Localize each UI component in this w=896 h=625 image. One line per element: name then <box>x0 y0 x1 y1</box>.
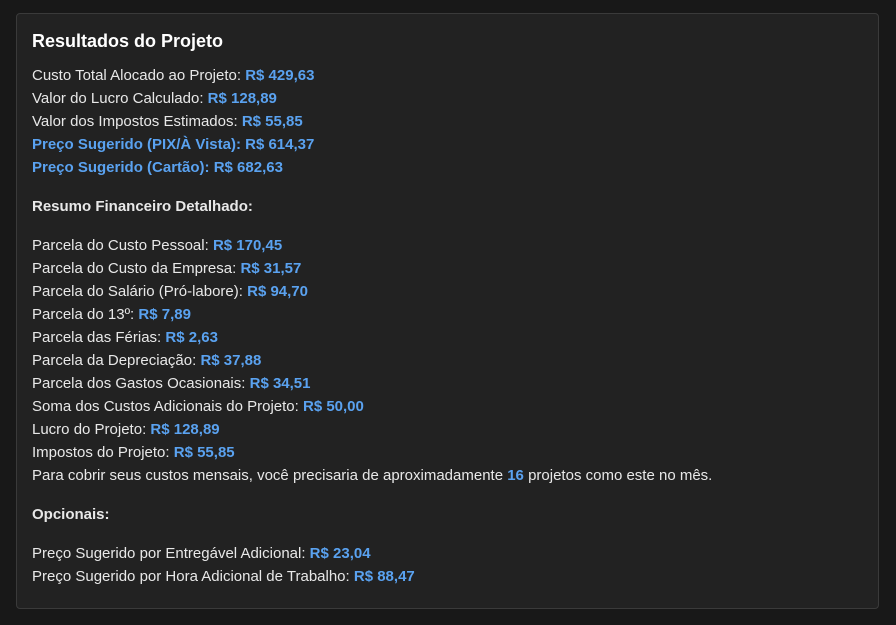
detail-item-company-cost: Parcela do Custo da Empresa: R$ 31,57 <box>32 257 863 280</box>
summary-item-price-card: Preço Sugerido (Cartão): R$ 682,63 <box>32 156 863 179</box>
detail-item-occasional: Parcela dos Gastos Ocasionais: R$ 34,51 <box>32 372 863 395</box>
detail-value: R$ 50,00 <box>302 398 364 415</box>
detail-item-additional-costs: Soma dos Custos Adicionais do Projeto: R… <box>32 395 863 418</box>
detail-item-personal-cost: Parcela do Custo Pessoal: R$ 170,45 <box>32 234 863 257</box>
detail-value: R$ 37,88 <box>200 352 262 369</box>
detail-value: R$ 128,89 <box>150 421 220 438</box>
detail-value: R$ 55,85 <box>173 444 235 461</box>
summary-item-profit: Valor do Lucro Calculado: R$ 128,89 <box>32 87 863 110</box>
projects-suffix: projetos como este no mês. <box>523 467 713 484</box>
optional-item-deliverable: Preço Sugerido por Entregável Adicional:… <box>32 542 863 565</box>
detail-item-project-profit: Lucro do Projeto: R$ 128,89 <box>32 418 863 441</box>
detail-label: Lucro do Projeto: <box>32 421 151 438</box>
detail-value: R$ 7,89 <box>138 306 191 323</box>
detail-label: Parcela do 13º: <box>32 306 139 323</box>
detail-item-depreciation: Parcela da Depreciação: R$ 37,88 <box>32 349 863 372</box>
optional-value: R$ 23,04 <box>309 545 371 562</box>
panel-title: Resultados do Projeto <box>32 31 224 51</box>
optional-value: R$ 88,47 <box>353 568 415 585</box>
detail-label: Parcela do Salário (Pró-labore): <box>32 283 248 300</box>
summary-item-taxes: Valor dos Impostos Estimados: R$ 55,85 <box>32 110 863 133</box>
detail-item-vacation: Parcela das Férias: R$ 2,63 <box>32 326 863 349</box>
summary-label: Preço Sugerido (Cartão): <box>32 159 214 176</box>
summary-item-total-cost: Custo Total Alocado ao Projeto: R$ 429,6… <box>32 64 863 87</box>
detail-list: Parcela do Custo Pessoal: R$ 170,45 Parc… <box>32 234 863 487</box>
detail-label: Parcela dos Gastos Ocasionais: <box>32 375 250 392</box>
detail-label: Parcela da Depreciação: <box>32 352 201 369</box>
summary-label: Custo Total Alocado ao Projeto: <box>32 67 246 84</box>
detail-label: Parcela das Férias: <box>32 329 166 346</box>
results-panel: Resultados do Projeto Custo Total Alocad… <box>16 13 879 609</box>
optional-section-title: Opcionais: <box>32 506 110 523</box>
summary-value: R$ 429,63 <box>245 67 315 84</box>
projects-count: 16 <box>507 467 524 484</box>
detail-label: Impostos do Projeto: <box>32 444 174 461</box>
detail-label: Parcela do Custo Pessoal: <box>32 237 213 254</box>
detail-value: R$ 2,63 <box>165 329 218 346</box>
optional-list: Preço Sugerido por Entregável Adicional:… <box>32 542 863 588</box>
detail-item-project-taxes: Impostos do Projeto: R$ 55,85 <box>32 441 863 464</box>
summary-value: R$ 55,85 <box>241 113 303 130</box>
summary-label: Valor dos Impostos Estimados: <box>32 113 242 130</box>
summary-value: R$ 682,63 <box>213 159 283 176</box>
optional-label: Preço Sugerido por Hora Adicional de Tra… <box>32 568 354 585</box>
detail-label: Soma dos Custos Adicionais do Projeto: <box>32 398 303 415</box>
detail-item-salary: Parcela do Salário (Pró-labore): R$ 94,7… <box>32 280 863 303</box>
summary-value: R$ 128,89 <box>207 90 277 107</box>
summary-item-price-pix: Preço Sugerido (PIX/À Vista): R$ 614,37 <box>32 133 863 156</box>
optional-label: Preço Sugerido por Entregável Adicional: <box>32 545 310 562</box>
summary-value: R$ 614,37 <box>245 136 315 153</box>
detail-value: R$ 31,57 <box>240 260 302 277</box>
summary-list: Custo Total Alocado ao Projeto: R$ 429,6… <box>32 64 863 179</box>
optional-item-hour: Preço Sugerido por Hora Adicional de Tra… <box>32 565 863 588</box>
summary-label: Valor do Lucro Calculado: <box>32 90 208 107</box>
detail-label: Parcela do Custo da Empresa: <box>32 260 241 277</box>
detail-value: R$ 170,45 <box>212 237 283 254</box>
detail-value: R$ 94,70 <box>247 283 308 300</box>
projects-needed-sentence: Para cobrir seus custos mensais, você pr… <box>32 464 863 487</box>
detail-item-13th: Parcela do 13º: R$ 7,89 <box>32 303 863 326</box>
detail-section-title: Resumo Financeiro Detalhado: <box>32 198 253 215</box>
projects-prefix: Para cobrir seus custos mensais, você pr… <box>32 467 508 484</box>
detail-value: R$ 34,51 <box>249 375 311 392</box>
summary-label: Preço Sugerido (PIX/À Vista): <box>32 136 246 153</box>
